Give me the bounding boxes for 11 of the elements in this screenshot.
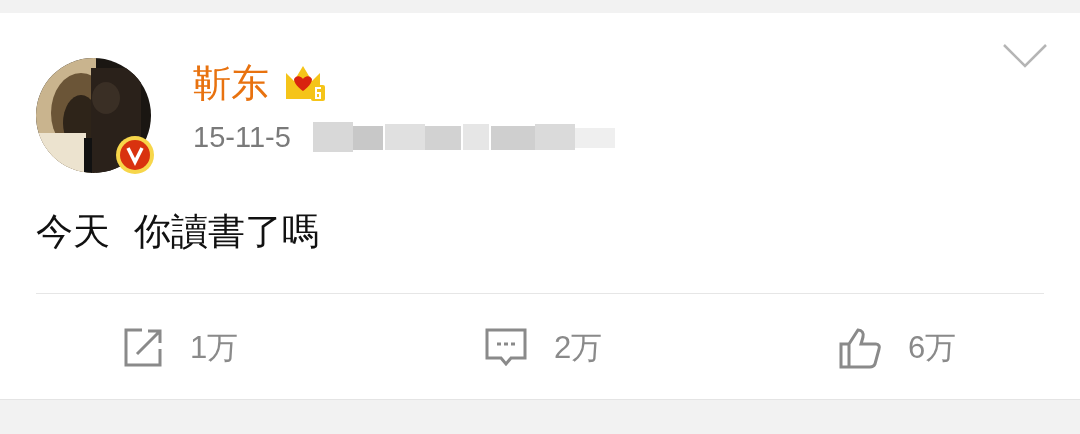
share-icon[interactable]: [122, 327, 164, 369]
post-date: 15-11-5: [193, 120, 291, 154]
like-count: 6万: [908, 329, 957, 367]
comment-count: 2万: [554, 329, 603, 367]
repost-count: 1万: [190, 329, 239, 367]
post-text: 今天 你讀書了嗎: [36, 209, 320, 255]
verified-badge-icon: [115, 135, 155, 175]
chevron-down-icon[interactable]: [1002, 43, 1048, 69]
thumbs-up-icon[interactable]: [838, 326, 882, 370]
username[interactable]: 靳东: [193, 58, 269, 108]
comment-icon[interactable]: [484, 327, 528, 369]
